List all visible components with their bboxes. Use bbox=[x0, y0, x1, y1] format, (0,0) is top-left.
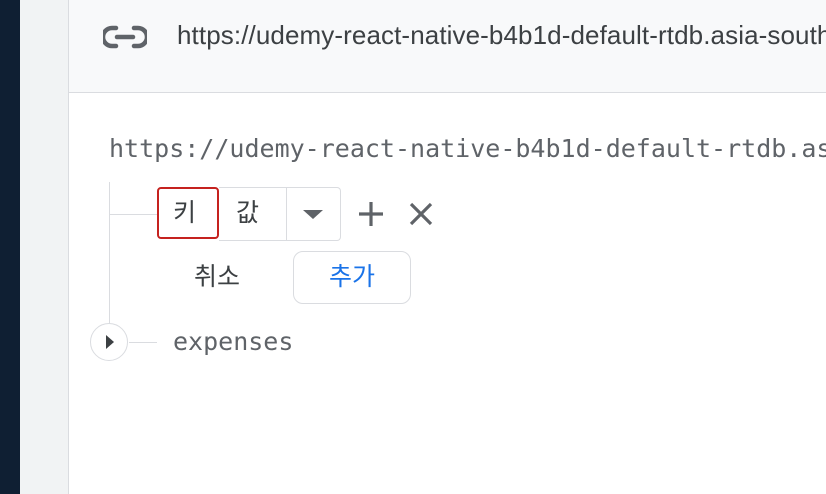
left-sidebar-edge bbox=[0, 0, 20, 494]
tree-connector-expenses bbox=[129, 342, 157, 343]
plus-icon[interactable] bbox=[355, 198, 387, 230]
link-icon[interactable] bbox=[100, 22, 150, 52]
chevron-down-icon bbox=[303, 210, 323, 219]
tree-connector-new-child bbox=[110, 214, 158, 215]
tree-connector-vertical bbox=[109, 182, 110, 327]
database-url[interactable]: https://udemy-react-native-b4b1d-default… bbox=[177, 20, 826, 51]
tree-root-url[interactable]: https://udemy-react-native-b4b1d-default… bbox=[109, 134, 826, 163]
cancel-button[interactable]: 취소 bbox=[173, 252, 261, 304]
value-type-dropdown[interactable] bbox=[287, 188, 339, 240]
database-panel: https://udemy-react-native-b4b1d-default… bbox=[68, 0, 826, 494]
database-url-bar: https://udemy-react-native-b4b1d-default… bbox=[69, 0, 826, 93]
child-value-group: 값 bbox=[219, 187, 341, 241]
chevron-right-icon bbox=[106, 335, 114, 349]
tree-node-expenses[interactable]: expenses bbox=[173, 327, 293, 356]
add-button[interactable]: 추가 bbox=[293, 251, 411, 304]
child-value-input[interactable]: 값 bbox=[219, 188, 287, 240]
close-icon[interactable] bbox=[405, 198, 437, 230]
expand-node-button[interactable] bbox=[90, 323, 128, 361]
child-key-input[interactable]: 키 bbox=[157, 187, 219, 239]
